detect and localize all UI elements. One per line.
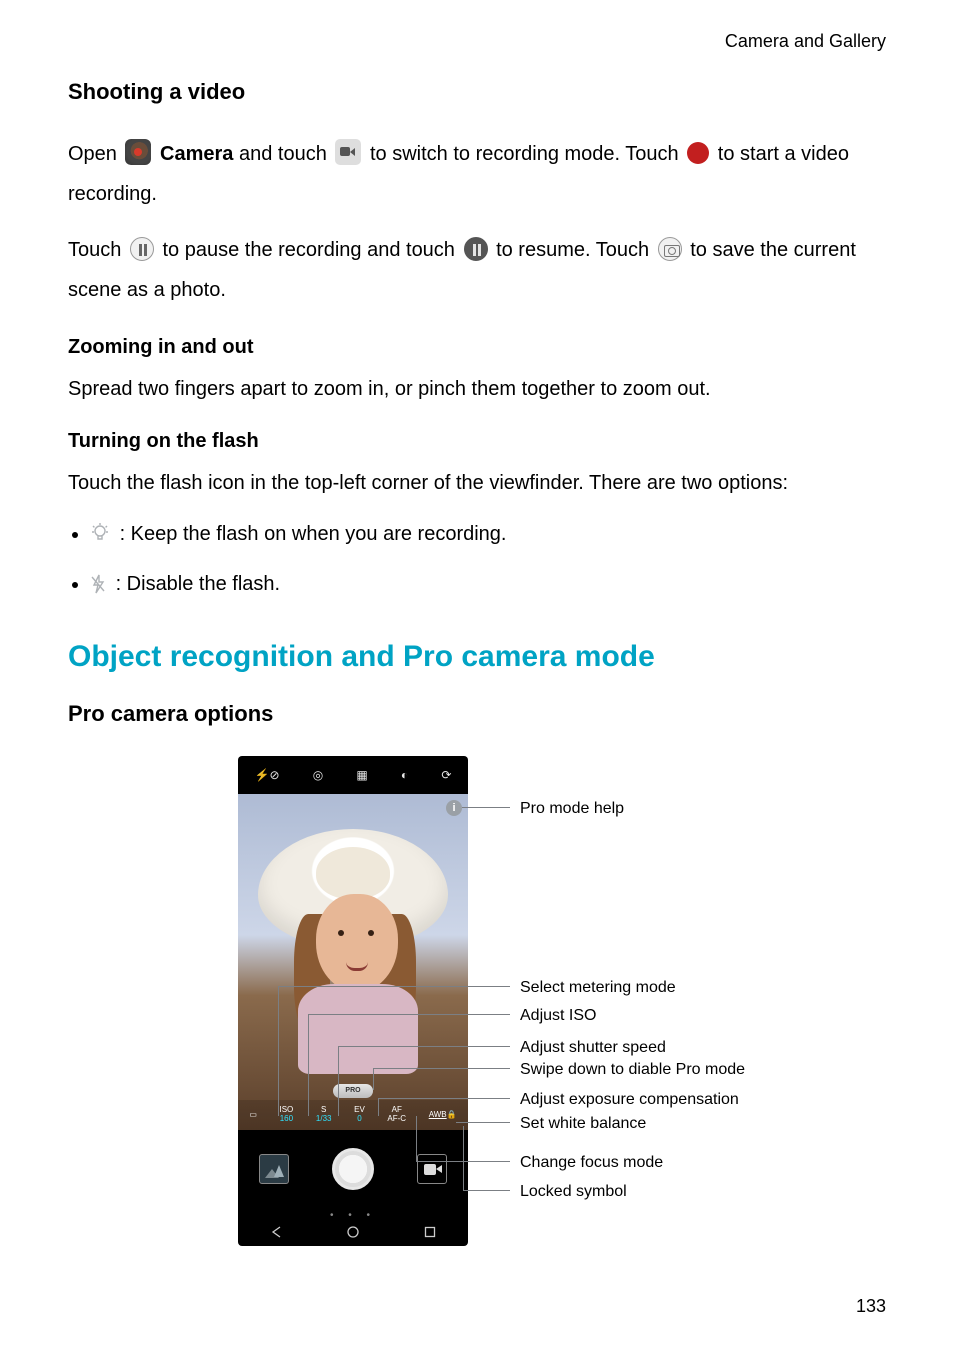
phone-controls bbox=[238, 1130, 468, 1208]
recent-icon bbox=[423, 1225, 437, 1239]
back-icon bbox=[269, 1225, 283, 1239]
heading-flash: Turning on the flash bbox=[68, 426, 886, 456]
text: to switch to recording mode. Touch bbox=[370, 143, 684, 165]
shutter-button bbox=[332, 1148, 374, 1190]
breadcrumb: Camera and Gallery bbox=[68, 28, 886, 55]
flash-off-item: : Disable the flash. bbox=[90, 564, 886, 604]
video-mode-icon bbox=[335, 139, 361, 165]
pause-icon bbox=[130, 237, 154, 261]
label-lock: Locked symbol bbox=[520, 1180, 627, 1204]
wide-aperture-icon: ◎ bbox=[313, 766, 323, 784]
subject-shirt bbox=[298, 984, 418, 1074]
phone-top-bar: ⚡⊘ ◎ ▦ ◐ ⟳ bbox=[238, 756, 468, 794]
text: : Disable the flash. bbox=[116, 573, 281, 595]
text: Open bbox=[68, 143, 122, 165]
label-shutter: Adjust shutter speed bbox=[520, 1036, 666, 1060]
filter-icon: ▦ bbox=[356, 766, 367, 784]
text: Touch bbox=[68, 239, 127, 261]
label-swipe: Swipe down to diable Pro mode bbox=[520, 1058, 745, 1082]
camera-label: Camera bbox=[160, 143, 233, 165]
pro-settings-row: ▭ ISO160 S1/33 EV0 AFAF-C AWB🔒 bbox=[238, 1100, 468, 1130]
ev-value: EV0 bbox=[354, 1106, 365, 1124]
gallery-thumb bbox=[259, 1154, 289, 1184]
flash-toggle-icon: ⚡⊘ bbox=[255, 766, 280, 784]
flash-on-item: : Keep the flash on when you are recordi… bbox=[90, 514, 886, 554]
phone-mock: ⚡⊘ ◎ ▦ ◐ ⟳ i PRO ▭ ISO160 S bbox=[238, 756, 468, 1246]
metering-value: ▭ bbox=[249, 1111, 257, 1120]
pro-pill: PRO bbox=[333, 1084, 373, 1098]
af-value: AFAF-C bbox=[387, 1106, 406, 1124]
label-focus: Change focus mode bbox=[520, 1151, 663, 1175]
iso-value: ISO160 bbox=[280, 1106, 294, 1124]
label-wb: Set white balance bbox=[520, 1112, 646, 1136]
awb-value: AWB🔒 bbox=[429, 1111, 457, 1120]
record-icon bbox=[687, 142, 709, 164]
paragraph-flash-intro: Touch the flash icon in the top-left cor… bbox=[68, 468, 886, 498]
switch-camera-icon: ⟳ bbox=[441, 766, 451, 784]
text: : Keep the flash on when you are recordi… bbox=[120, 523, 507, 545]
text: to resume. Touch bbox=[496, 239, 655, 261]
paragraph-zoom: Spread two fingers apart to zoom in, or … bbox=[68, 374, 886, 404]
moving-picture-icon: ◐ bbox=[401, 766, 408, 784]
flash-on-icon bbox=[90, 523, 120, 545]
label-iso: Adjust ISO bbox=[520, 1004, 596, 1028]
video-mode-button bbox=[417, 1154, 447, 1184]
mode-dots: • • • bbox=[238, 1208, 468, 1218]
subject-eye bbox=[368, 930, 374, 936]
paragraph-pause-resume: Touch to pause the recording and touch t… bbox=[68, 230, 886, 310]
home-icon bbox=[346, 1225, 360, 1239]
flash-off-icon bbox=[90, 573, 116, 595]
shutter-value: S1/33 bbox=[316, 1106, 332, 1124]
heading-pro-options: Pro camera options bbox=[68, 697, 886, 730]
text: and touch bbox=[239, 143, 332, 165]
label-ev: Adjust exposure compensation bbox=[520, 1088, 739, 1112]
phone-navbar bbox=[238, 1218, 468, 1246]
heading-shooting-video: Shooting a video bbox=[68, 75, 886, 108]
camera-app-icon bbox=[125, 139, 151, 165]
flash-options-list: : Keep the flash on when you are recordi… bbox=[68, 514, 886, 604]
label-pro-help: Pro mode help bbox=[520, 797, 624, 821]
pro-camera-diagram: ⚡⊘ ◎ ▦ ◐ ⟳ i PRO ▭ ISO160 S bbox=[68, 756, 888, 1266]
resume-icon bbox=[464, 237, 488, 261]
subject-eye bbox=[338, 930, 344, 936]
snapshot-icon bbox=[658, 237, 682, 261]
heading-zoom: Zooming in and out bbox=[68, 332, 886, 362]
page-number: 133 bbox=[856, 1293, 886, 1320]
text: to pause the recording and touch bbox=[163, 239, 461, 261]
viewfinder: i PRO ▭ ISO160 S1/33 EV0 AFAF-C AWB🔒 bbox=[238, 794, 468, 1130]
pro-help-icon: i bbox=[446, 800, 462, 816]
subject-face bbox=[316, 894, 398, 992]
heading-object-recognition: Object recognition and Pro camera mode bbox=[68, 634, 886, 679]
paragraph-open-camera: Open Camera and touch to switch to recor… bbox=[68, 134, 886, 214]
label-metering: Select metering mode bbox=[520, 976, 676, 1000]
